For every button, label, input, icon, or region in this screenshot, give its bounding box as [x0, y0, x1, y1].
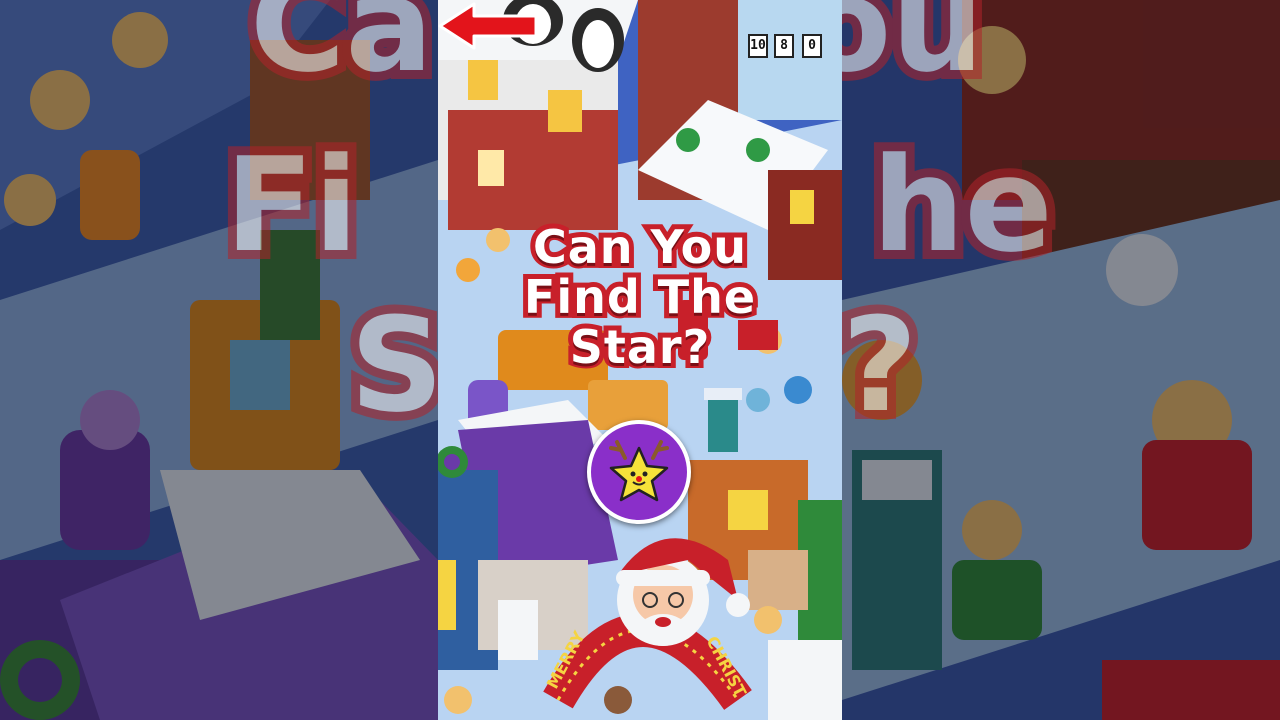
headline-line-3: Star? [565, 317, 715, 377]
ghost-title-fragment-1: Ca [241, 0, 438, 101]
score-card-1: 10 [748, 34, 768, 58]
blurred-background-right: ou he ? [842, 0, 1280, 720]
reindeer-star-icon [609, 440, 669, 502]
score-card-3: 0 [802, 34, 822, 58]
ghost-title-fragment-5: he [863, 129, 1062, 281]
ghost-title-fragment-3: S [341, 289, 438, 441]
headline-line-1: Can You [528, 217, 751, 277]
puzzle-scene: MERRY CHRIST 10 8 0 Can You Find The Star… [438, 0, 842, 720]
blurred-background-left: Ca Fi S [0, 0, 438, 720]
red-arrow-pointer [438, 2, 538, 50]
answer-badge [587, 420, 691, 524]
score-card-2: 8 [774, 34, 794, 58]
ghost-title-fragment-2: Fi [216, 129, 367, 281]
headline-line-2: Find The [519, 267, 760, 327]
ghost-title-fragment-4: ou [842, 0, 993, 101]
ghost-title-fragment-6: ? [842, 289, 926, 441]
